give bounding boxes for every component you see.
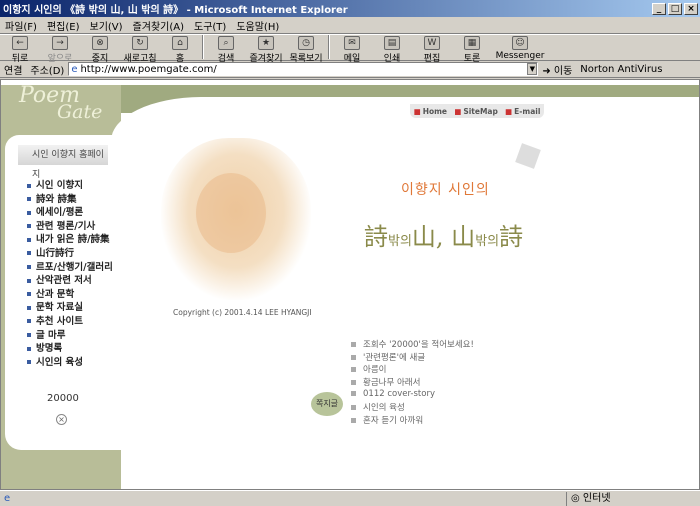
globe-icon: ◎ <box>571 492 580 504</box>
close-button[interactable]: × <box>684 2 698 15</box>
print-icon: ▤ <box>384 36 400 50</box>
nav-item-guestbook[interactable]: 방명록 <box>27 340 113 354</box>
visit-counter: 20000 <box>47 393 79 404</box>
toolbar: ← 뒤로 → 앞으로 ⊗ 중지 ↻ 새로고침 ⌂ 홈 ⌕ 검색 ★ 즐겨찾기 ◷ 목록보기 ✉ 메… <box>0 34 700 64</box>
home-link[interactable]: ■ Home <box>414 107 447 116</box>
minimize-button[interactable]: _ <box>652 2 666 15</box>
title-bar: 이항지 시인의 《詩 밖의 山, 山 밖의 詩》 - Microsoft Int… <box>0 0 700 17</box>
stop-button[interactable]: ⊗ 중지 <box>80 35 120 64</box>
favorites-icon: ★ <box>258 36 274 50</box>
history-icon: ◷ <box>298 36 314 50</box>
mail-icon: ✉ <box>344 36 360 50</box>
menu-help[interactable]: 도움말(H) <box>231 18 284 33</box>
stop-icon: ⊗ <box>92 36 108 50</box>
print-button[interactable]: ▤ 인쇄 <box>372 35 412 64</box>
nav-item-board[interactable]: 글 마루 <box>27 327 113 341</box>
mail-button[interactable]: ✉ 메일 <box>332 35 372 64</box>
latest-item[interactable]: 황금나무 아래서 <box>351 376 474 389</box>
sidebar-nav: 시인 이향지 詩와 詩集 에세이/평론 관련 평론/기사 내가 읽은 詩/詩集 … <box>27 177 113 368</box>
edit-button[interactable]: W 편집 <box>412 35 452 64</box>
latest-item[interactable]: 조회수 '20000'을 적어보세요! <box>351 338 474 351</box>
latest-item[interactable]: 0112 cover-story <box>351 389 474 402</box>
sidebar-bottom-band <box>1 444 121 489</box>
links-label[interactable]: 연결 <box>0 62 26 77</box>
poet-name-heading: 이향지 시인의 <box>401 182 490 198</box>
address-dropdown-icon[interactable]: ▼ <box>527 63 538 75</box>
nav-item-essays[interactable]: 에세이/평론 <box>27 204 113 218</box>
maximize-button[interactable]: □ <box>668 2 682 15</box>
toolbar-separator <box>202 35 204 59</box>
poet-homepage-button[interactable]: 시인 이향지 홈페이지 <box>18 145 108 180</box>
nav-item-gallery[interactable]: 르포/산행기/갤러리 <box>27 259 113 273</box>
sitemap-link[interactable]: ■ SiteMap <box>454 107 498 116</box>
note-board-button[interactable]: 쪽지글 <box>311 392 343 416</box>
menu-edit[interactable]: 편집(E) <box>42 18 85 33</box>
nav-item-poet[interactable]: 시인 이향지 <box>27 177 113 191</box>
menu-file[interactable]: 파일(F) <box>0 18 42 33</box>
search-icon: ⌕ <box>218 36 234 50</box>
address-label: 주소(D) <box>30 65 65 77</box>
back-arrow-icon: ← <box>12 36 28 50</box>
menu-view[interactable]: 보기(V) <box>85 18 128 33</box>
portrait-face <box>196 173 266 253</box>
nav-item-voice[interactable]: 시인의 육성 <box>27 354 113 368</box>
home-button[interactable]: ⌂ 홈 <box>160 35 200 64</box>
nav-item-recommended[interactable]: 추천 사이트 <box>27 313 113 327</box>
site-tagline: 詩밖의山, 山밖의詩 <box>364 223 524 251</box>
discuss-button[interactable]: ▦ 토론 <box>452 35 492 64</box>
close-circle-icon[interactable]: × <box>56 414 67 425</box>
page-status-icon: e <box>4 493 11 504</box>
home-icon: ⌂ <box>172 36 188 50</box>
status-bar: e ◎ 인터넷 <box>0 490 700 506</box>
copyright-text: Copyright (c) 2001.4.14 LEE HYANGJI <box>173 308 312 317</box>
latest-item[interactable]: 혼자 듣기 아까워 <box>351 414 474 427</box>
latest-item[interactable]: '관련평론'에 새글 <box>351 351 474 364</box>
menu-bar: 파일(F) 편집(E) 보기(V) 즐겨찾기(A) 도구(T) 도움말(H) <box>0 17 700 34</box>
web-page: Poem Gate ■ Home ■ SiteMap ■ E-mail 시인 이향지 … <box>0 79 700 490</box>
refresh-icon: ↻ <box>132 36 148 50</box>
edit-icon: W <box>424 36 440 50</box>
forward-button[interactable]: → 앞으로 <box>40 35 80 64</box>
history-button[interactable]: ◷ 목록보기 <box>286 35 326 64</box>
email-link[interactable]: ■ E-mail <box>505 107 540 116</box>
favorites-button[interactable]: ★ 즐겨찾기 <box>246 35 286 64</box>
ie-page-icon: e <box>71 63 78 75</box>
norton-antivirus-button[interactable]: Norton AntiVirus <box>576 64 666 75</box>
header-curve <box>111 97 699 147</box>
toolbar-separator <box>328 35 330 59</box>
search-button[interactable]: ⌕ 검색 <box>206 35 246 64</box>
discuss-icon: ▦ <box>464 36 480 50</box>
poemgate-logo[interactable]: Poem Gate <box>19 85 102 122</box>
forward-arrow-icon: → <box>52 36 68 50</box>
poet-portrait <box>161 138 311 300</box>
messenger-icon: ☺ <box>512 36 528 50</box>
window-title: 이항지 시인의 《詩 밖의 山, 山 밖의 詩》 - Microsoft Int… <box>3 5 348 16</box>
nav-item-sanhaeng[interactable]: 山行詩行 <box>27 245 113 259</box>
go-button[interactable]: ➜ 이동 <box>538 62 576 77</box>
address-bar: 연결 주소(D) e http://www.poemgate.com/ ▼ ➜ … <box>0 61 700 78</box>
latest-posts: 조회수 '20000'을 적어보세요! '관련평론'에 새글 아름이 황금나무 … <box>351 338 474 427</box>
messenger-button[interactable]: ☺ Messenger <box>492 35 548 61</box>
nav-item-reviews[interactable]: 관련 평론/기사 <box>27 218 113 232</box>
decorative-card <box>515 143 541 169</box>
top-links: ■ Home ■ SiteMap ■ E-mail <box>410 104 544 118</box>
back-button[interactable]: ← 뒤로 <box>0 35 40 64</box>
latest-item[interactable]: 아름이 <box>351 363 474 376</box>
address-input[interactable]: e http://www.poemgate.com/ ▼ <box>68 62 539 76</box>
nav-item-mountain-literature[interactable]: 산과 문학 <box>27 286 113 300</box>
latest-item[interactable]: 시인의 육성 <box>351 401 474 414</box>
nav-item-archive[interactable]: 문학 자료실 <box>27 299 113 313</box>
nav-item-poems[interactable]: 詩와 詩集 <box>27 191 113 205</box>
internet-zone: ◎ 인터넷 <box>566 491 700 506</box>
menu-favorites[interactable]: 즐겨찾기(A) <box>128 18 189 33</box>
refresh-button[interactable]: ↻ 새로고침 <box>120 35 160 64</box>
nav-item-read-poems[interactable]: 내가 읽은 詩/詩集 <box>27 231 113 245</box>
nav-item-books[interactable]: 산악관련 저서 <box>27 272 113 286</box>
menu-tools[interactable]: 도구(T) <box>189 18 231 33</box>
